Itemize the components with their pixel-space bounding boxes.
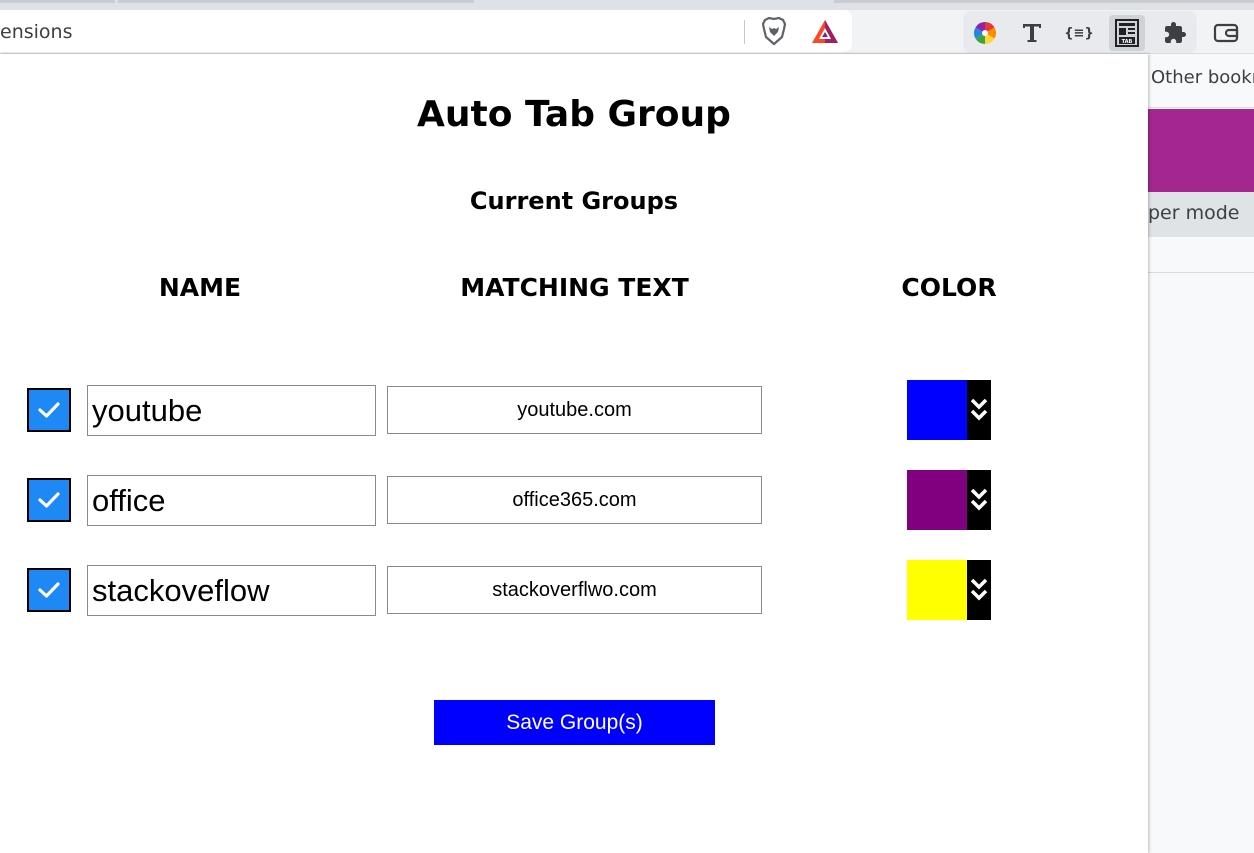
group-name-input[interactable] — [87, 565, 376, 616]
other-bookmarks[interactable]: Other bookm — [1151, 67, 1254, 88]
json-braces-label: {≡} — [1064, 25, 1094, 41]
extension-popup: Auto Tab Group Current Groups NAME MATCH… — [0, 54, 1148, 853]
background-banner — [1148, 109, 1254, 192]
extensions-group: {≡} TAB — [963, 11, 1197, 53]
tab-edge — [0, 0, 115, 3]
bookmarks-divider — [1148, 107, 1254, 108]
checkmark-icon — [38, 402, 60, 418]
color-wheel-icon[interactable] — [967, 15, 1003, 51]
column-header-name: NAME — [158, 273, 242, 302]
address-bar[interactable]: ensions — [0, 10, 852, 52]
checkmark-icon — [38, 582, 60, 598]
group-row — [0, 470, 1148, 530]
tab-edge — [834, 0, 1254, 3]
save-groups-button[interactable]: Save Group(s) — [434, 700, 715, 745]
page-title: Auto Tab Group — [417, 94, 731, 135]
double-chevron-down-icon[interactable] — [967, 380, 991, 440]
group-enabled-checkbox[interactable] — [27, 478, 71, 522]
svg-text:TAB: TAB — [1122, 39, 1133, 45]
bat-rewards-icon[interactable] — [810, 18, 840, 46]
auto-tab-group-icon[interactable]: TAB — [1109, 15, 1145, 51]
text-t-icon[interactable] — [1014, 15, 1050, 51]
color-select[interactable] — [907, 470, 991, 530]
group-row — [0, 380, 1148, 440]
group-name-input[interactable] — [87, 385, 376, 436]
checkmark-icon — [38, 492, 60, 508]
color-swatch — [907, 380, 967, 440]
matching-text-input[interactable] — [387, 566, 762, 614]
address-bar-text: ensions — [0, 21, 73, 43]
color-swatch — [907, 470, 967, 530]
puzzle-piece-icon[interactable] — [1157, 15, 1193, 51]
background-page: Other bookm per mode — [1148, 54, 1254, 853]
color-select[interactable] — [907, 380, 991, 440]
group-enabled-checkbox[interactable] — [27, 568, 71, 612]
json-braces-icon[interactable]: {≡} — [1061, 15, 1097, 51]
address-bar-divider — [744, 20, 745, 44]
browser-toolbar: ensions {≡} TAB — [0, 10, 1254, 54]
divider — [1148, 272, 1254, 273]
section-title: Current Groups — [469, 187, 679, 215]
matching-text-input[interactable] — [387, 476, 762, 524]
developer-mode-bar: per mode — [1148, 192, 1254, 237]
tab-edge — [118, 0, 474, 3]
developer-mode-label: per mode — [1148, 202, 1240, 224]
wallet-icon[interactable] — [1208, 15, 1244, 51]
matching-text-input[interactable] — [387, 386, 762, 434]
group-name-input[interactable] — [87, 475, 376, 526]
column-header-matching-text: MATCHING TEXT — [460, 273, 689, 302]
group-enabled-checkbox[interactable] — [27, 388, 71, 432]
color-swatch — [907, 560, 967, 620]
column-header-color: COLOR — [901, 273, 997, 302]
brave-shield-icon[interactable] — [760, 16, 788, 46]
group-row — [0, 560, 1148, 620]
double-chevron-down-icon[interactable] — [967, 470, 991, 530]
color-select[interactable] — [907, 560, 991, 620]
tab-strip — [0, 0, 1254, 10]
double-chevron-down-icon[interactable] — [967, 560, 991, 620]
